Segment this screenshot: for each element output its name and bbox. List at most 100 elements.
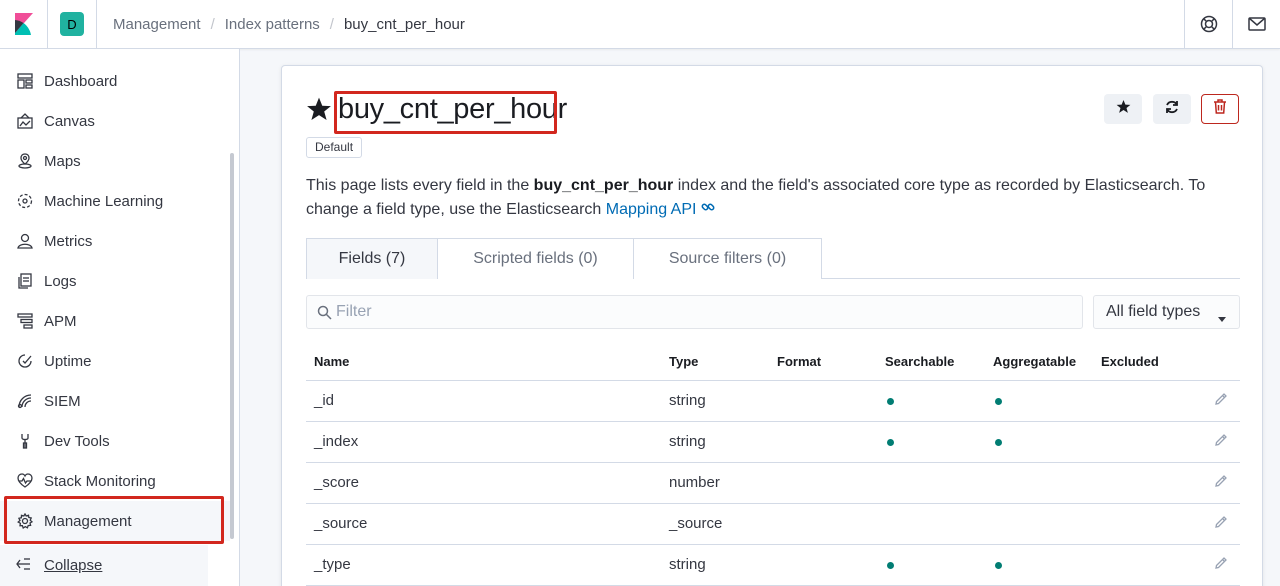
pencil-icon	[1214, 392, 1228, 410]
sidebar-scrollbar[interactable]	[230, 153, 234, 539]
tabs: Fields (7) Scripted fields (0) Source fi…	[306, 238, 1240, 279]
sidebar-item-management[interactable]: Management	[0, 501, 230, 541]
set-default-button[interactable]	[1104, 94, 1142, 124]
field-format	[769, 503, 877, 545]
edit-field-button[interactable]	[1193, 544, 1240, 586]
column-header-actions	[1193, 344, 1240, 381]
sidebar-item-label: Machine Learning	[44, 192, 164, 210]
collapse-label: Collapse	[44, 557, 103, 574]
canvas-icon	[16, 112, 34, 130]
maps-icon	[16, 152, 34, 170]
edit-field-button[interactable]	[1193, 503, 1240, 545]
column-header-excluded[interactable]: Excluded	[1093, 344, 1193, 381]
sidebar-item-dev-tools[interactable]: Dev Tools	[0, 421, 230, 461]
searchable-dot-icon	[887, 562, 894, 569]
field-name: _index	[306, 421, 661, 463]
space-avatar: D	[60, 12, 84, 36]
field-format	[769, 462, 877, 504]
filter-field[interactable]: Filter	[306, 295, 1083, 329]
aggregatable-cell	[985, 380, 1093, 422]
top-bar: D Management / Index patterns / buy_cnt_…	[0, 0, 1280, 49]
breadcrumb-separator: /	[329, 15, 334, 33]
kibana-logo[interactable]	[0, 0, 48, 48]
pencil-icon	[1214, 433, 1228, 451]
column-header-type[interactable]: Type	[661, 344, 769, 381]
tab-fields[interactable]: Fields (7)	[306, 238, 438, 279]
breadcrumb-current: buy_cnt_per_hour	[343, 15, 465, 33]
field-name: _type	[306, 544, 661, 586]
field-type: string	[661, 421, 769, 463]
tab-source-filters[interactable]: Source filters (0)	[633, 238, 822, 279]
aggregatable-dot-icon	[995, 562, 1002, 569]
sidebar-item-uptime[interactable]: Uptime	[0, 341, 230, 381]
apm-icon	[16, 312, 34, 330]
mapping-api-link-label: Mapping API	[605, 201, 697, 218]
dashboard-icon	[16, 72, 34, 90]
edit-field-button[interactable]	[1193, 462, 1240, 504]
breadcrumb-index-patterns[interactable]: Index patterns	[225, 16, 320, 33]
sidebar-item-machine-learning[interactable]: Machine Learning	[0, 181, 230, 221]
column-header-name[interactable]: Name	[306, 344, 661, 381]
tab-scripted-fields[interactable]: Scripted fields (0)	[437, 238, 634, 279]
searchable-dot-icon	[887, 439, 894, 446]
sidebar-item-canvas[interactable]: Canvas	[0, 101, 230, 141]
dev-tools-icon	[16, 432, 34, 450]
column-header-aggregatable[interactable]: Aggregatable	[985, 344, 1093, 381]
space-selector[interactable]: D	[48, 0, 97, 48]
metrics-icon	[16, 232, 34, 250]
gear-icon	[16, 512, 34, 530]
page-title: buy_cnt_per_hour	[338, 93, 567, 125]
table-row: _source _source	[306, 503, 1240, 545]
searchable-cell	[877, 421, 985, 463]
refresh-fields-button[interactable]	[1153, 94, 1191, 124]
default-badge: Default	[306, 137, 363, 158]
breadcrumb-management[interactable]: Management	[113, 16, 201, 33]
sidebar-item-label: SIEM	[44, 392, 81, 410]
column-header-format[interactable]: Format	[769, 344, 877, 381]
sidebar-item-siem[interactable]: SIEM	[0, 381, 230, 421]
field-name: _score	[306, 462, 661, 504]
sidebar-item-stack-monitoring[interactable]: Stack Monitoring	[0, 461, 230, 501]
collapse-button[interactable]: Collapse	[0, 545, 208, 586]
fields-table: Name Type Format Searchable Aggregatable…	[306, 344, 1240, 586]
field-format	[769, 421, 877, 463]
field-name: _source	[306, 503, 661, 545]
aggregatable-cell	[985, 544, 1093, 586]
index-pattern-panel: buy_cnt_per_hour Default This page lists…	[281, 65, 1263, 586]
pencil-icon	[1214, 556, 1228, 574]
breadcrumb-separator: /	[210, 15, 215, 33]
mail-icon[interactable]	[1232, 0, 1280, 48]
pencil-icon	[1214, 515, 1228, 533]
logs-icon	[16, 272, 34, 290]
field-type: _source	[661, 503, 769, 545]
delete-index-pattern-button[interactable]	[1201, 94, 1239, 124]
star-icon	[1116, 99, 1131, 119]
table-row: _type string	[306, 544, 1240, 586]
uptime-icon	[16, 352, 34, 370]
sidebar-item-dashboard[interactable]: Dashboard	[0, 61, 230, 101]
sidebar-item-metrics[interactable]: Metrics	[0, 221, 230, 261]
side-nav: Dashboard Canvas Maps Machine Learning M…	[0, 49, 240, 586]
edit-field-button[interactable]	[1193, 380, 1240, 422]
field-type: string	[661, 544, 769, 586]
mapping-api-link[interactable]: Mapping API	[606, 201, 715, 218]
sidebar-item-label: APM	[44, 312, 77, 330]
aggregatable-cell	[985, 421, 1093, 463]
field-type: string	[661, 380, 769, 422]
page-description: This page lists every field in the buy_c…	[306, 174, 1246, 222]
column-header-searchable[interactable]: Searchable	[877, 344, 985, 381]
field-type-select-value: All field types	[1106, 303, 1201, 320]
table-row: _score number	[306, 462, 1240, 504]
help-icon[interactable]	[1184, 0, 1232, 48]
field-type-select[interactable]: All field types	[1093, 295, 1240, 329]
sidebar-item-label: Canvas	[44, 112, 95, 130]
description-index-name: buy_cnt_per_hour	[533, 177, 674, 194]
sidebar-item-logs[interactable]: Logs	[0, 261, 230, 301]
siem-icon	[16, 392, 34, 410]
sidebar-item-apm[interactable]: APM	[0, 301, 230, 341]
table-row: _index string	[306, 421, 1240, 463]
field-format	[769, 544, 877, 586]
searchable-cell	[877, 503, 985, 545]
sidebar-item-maps[interactable]: Maps	[0, 141, 230, 181]
edit-field-button[interactable]	[1193, 421, 1240, 463]
